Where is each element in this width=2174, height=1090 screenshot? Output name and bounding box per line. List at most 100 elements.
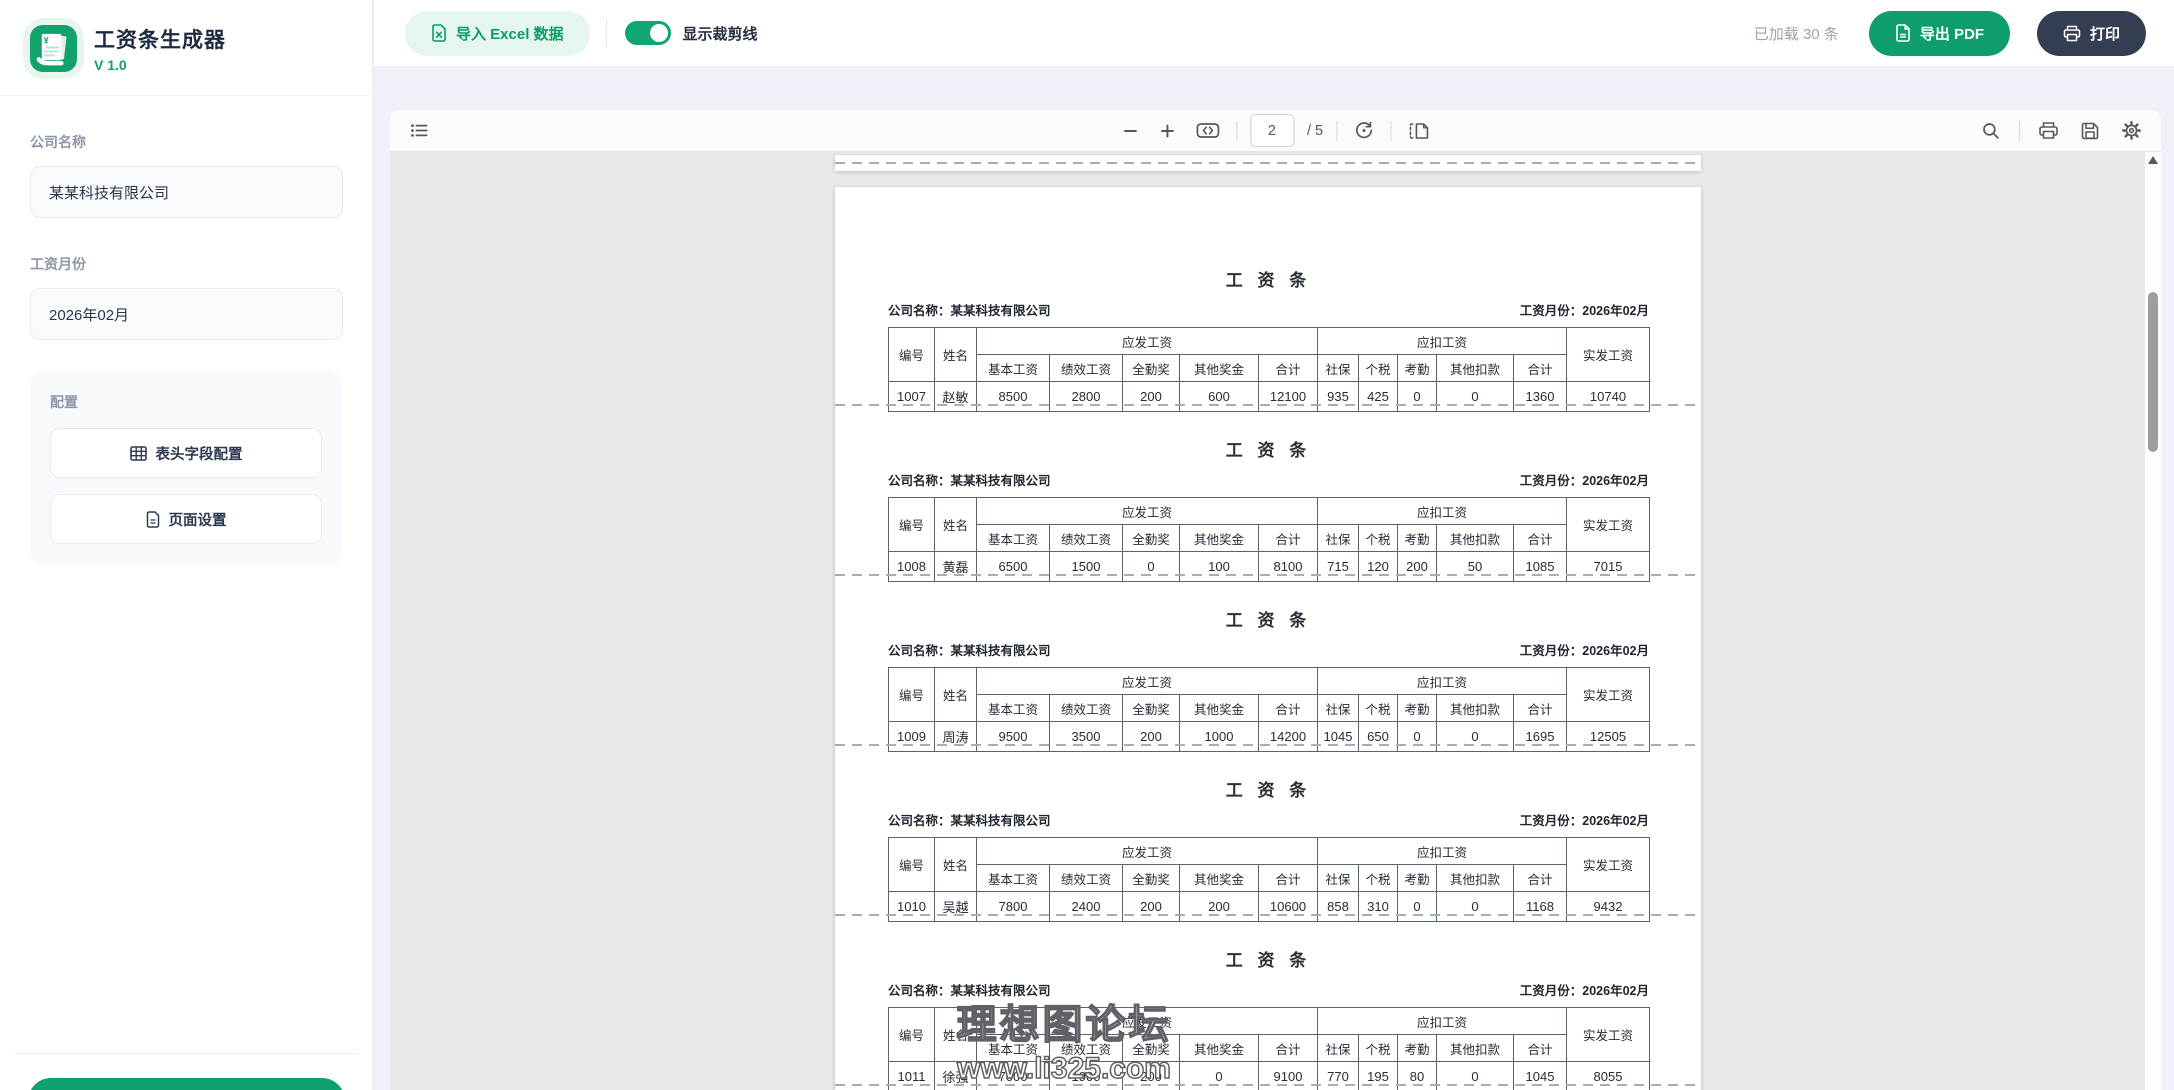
slip-month: 工资月份：2026年02月 [1520, 300, 1649, 319]
slip-month: 工资月份：2026年02月 [1520, 640, 1649, 659]
sidebar-toggle-button[interactable] [406, 117, 433, 144]
loaded-status: 已加载 30 条 [1754, 23, 1839, 44]
slip-company: 公司名称：某某科技有限公司 [888, 980, 1051, 999]
col-net: 实发工资 [1567, 328, 1650, 382]
zoom-in-button[interactable] [1155, 119, 1179, 143]
pdf-toolbar-center: / 5 [1118, 114, 1433, 147]
rotate-icon [1353, 120, 1374, 141]
topbar-right: 已加载 30 条 导出 PDF 打印 [1754, 11, 2174, 56]
import-excel-label: 导入 Excel 数据 [456, 23, 564, 44]
scroll-up-arrow-icon[interactable] [2148, 156, 2158, 164]
pdf-canvas: 工 资 条 公司名称：某某科技有限公司 工资月份：2026年02月 编号 姓名 … [390, 152, 2161, 1090]
toolbar-divider [1236, 121, 1237, 141]
table-subheader-row: 基本工资 绩效工资 全勤奖 其他奖金 合计 社保 个税 考勤 其他扣款 合计 [889, 695, 1650, 722]
salary-table: 编号 姓名 应发工资 应扣工资 实发工资 基本工资 绩效工资 全勤奖 其他奖金 … [888, 837, 1650, 922]
generate-button[interactable] [28, 1078, 345, 1090]
search-button[interactable] [1978, 118, 2004, 144]
page-number-input[interactable] [1250, 114, 1294, 147]
save-button[interactable] [2077, 118, 2103, 144]
page-icon [146, 511, 160, 528]
col-id: 编号 [889, 328, 935, 382]
app-logo-icon: ¥ [30, 25, 77, 72]
topbar-divider [606, 19, 607, 47]
slip-month: 工资月份：2026年02月 [1520, 810, 1649, 829]
table-subheader-row: 基本工资 绩效工资 全勤奖 其他奖金 合计 社保 个税 考勤 其他扣款 合计 [889, 1035, 1650, 1062]
col-id: 编号 [889, 498, 935, 552]
salary-table: 编号 姓名 应发工资 应扣工资 实发工资 基本工资 绩效工资 全勤奖 其他奖金 … [888, 497, 1650, 582]
sidebar-bottom-divider [12, 1053, 359, 1054]
zoom-out-button[interactable] [1118, 119, 1142, 143]
thumbnails-list-icon [409, 120, 430, 141]
header-fields-config-label: 表头字段配置 [156, 443, 243, 464]
page-total: / 5 [1307, 123, 1323, 139]
salary-table: 编号 姓名 应发工资 应扣工资 实发工资 基本工资 绩效工资 全勤奖 其他奖金 … [888, 1007, 1650, 1090]
viewer-print-button[interactable] [2035, 118, 2062, 143]
printer-icon [2063, 25, 2081, 42]
app-title: 工资条生成器 [94, 24, 226, 54]
salary-slip: 工 资 条 公司名称：某某科技有限公司 工资月份：2026年02月 编号 姓名 … [835, 746, 1701, 916]
slip-meta: 公司名称：某某科技有限公司 工资月份：2026年02月 [888, 640, 1649, 659]
slip-meta: 公司名称：某某科技有限公司 工资月份：2026年02月 [888, 980, 1649, 999]
col-net: 实发工资 [1567, 838, 1650, 892]
brand: ¥ 工资条生成器 V 1.0 [0, 0, 372, 95]
table-header-row: 编号 姓名 应发工资 应扣工资 实发工资 [889, 1008, 1650, 1035]
col-name: 姓名 [935, 328, 977, 382]
pdf-page: 工 资 条 公司名称：某某科技有限公司 工资月份：2026年02月 编号 姓名 … [835, 187, 1701, 1090]
scrollbar-thumb[interactable] [2148, 292, 2158, 452]
salary-month-input[interactable] [30, 288, 343, 340]
pdf-file-icon [1895, 24, 1911, 42]
salary-slip: 工 资 条 公司名称：某某科技有限公司 工资月份：2026年02月 编号 姓名 … [835, 576, 1701, 746]
page-view-button[interactable] [1404, 118, 1433, 144]
page-settings-label: 页面设置 [169, 509, 227, 530]
salary-table: 编号 姓名 应发工资 应扣工资 实发工资 基本工资 绩效工资 全勤奖 其他奖金 … [888, 667, 1650, 752]
printer-icon [2038, 121, 2059, 140]
sidebar-divider [0, 95, 372, 96]
settings-button[interactable] [2118, 117, 2145, 144]
config-card: 配置 表头字段配置 页面设置 [30, 370, 342, 566]
slip-company: 公司名称：某某科技有限公司 [888, 810, 1051, 829]
rotate-button[interactable] [1350, 117, 1377, 144]
company-field: 公司名称 [0, 132, 372, 218]
import-excel-button[interactable]: 导入 Excel 数据 [405, 11, 590, 56]
income-group-header: 应发工资 [977, 838, 1318, 865]
export-pdf-button[interactable]: 导出 PDF [1869, 11, 2010, 56]
income-group-header: 应发工资 [977, 328, 1318, 355]
col-id: 编号 [889, 1008, 935, 1062]
slip-company: 公司名称：某某科技有限公司 [888, 300, 1051, 319]
col-net: 实发工资 [1567, 1008, 1650, 1062]
app-version: V 1.0 [94, 57, 226, 73]
slip-title: 工 资 条 [888, 266, 1649, 291]
slip-month: 工资月份：2026年02月 [1520, 980, 1649, 999]
print-button[interactable]: 打印 [2037, 11, 2146, 56]
company-name-input[interactable] [30, 166, 343, 218]
vertical-scrollbar [2144, 152, 2161, 1090]
deduct-group-header: 应扣工资 [1318, 838, 1567, 865]
slip-company: 公司名称：某某科技有限公司 [888, 470, 1051, 489]
table-header-row: 编号 姓名 应发工资 应扣工资 实发工资 [889, 838, 1650, 865]
pdf-page-previous [835, 155, 1701, 171]
page-spread-icon [1407, 121, 1430, 141]
fit-width-button[interactable] [1192, 118, 1223, 143]
header-fields-config-button[interactable]: 表头字段配置 [50, 428, 322, 478]
col-id: 编号 [889, 668, 935, 722]
deduct-group-header: 应扣工资 [1318, 1008, 1567, 1035]
salary-slip: 工 资 条 公司名称：某某科技有限公司 工资月份：2026年02月 编号 姓名 … [835, 236, 1701, 406]
toolbar-divider [1390, 121, 1391, 141]
page-settings-button[interactable]: 页面设置 [50, 494, 322, 544]
save-icon [2080, 121, 2100, 141]
income-group-header: 应发工资 [977, 668, 1318, 695]
month-field: 工资月份 [0, 254, 372, 340]
svg-text:¥: ¥ [44, 36, 49, 46]
table-header-row: 编号 姓名 应发工资 应扣工资 实发工资 [889, 328, 1650, 355]
table-subheader-row: 基本工资 绩效工资 全勤奖 其他奖金 合计 社保 个税 考勤 其他扣款 合计 [889, 865, 1650, 892]
col-name: 姓名 [935, 668, 977, 722]
crop-lines-toggle[interactable] [625, 21, 671, 45]
table-header-row: 编号 姓名 应发工资 应扣工资 实发工资 [889, 668, 1650, 695]
pdf-toolbar-right [1978, 117, 2145, 144]
table-subheader-row: 基本工资 绩效工资 全勤奖 其他奖金 合计 社保 个税 考勤 其他扣款 合计 [889, 525, 1650, 552]
table-header-row: 编号 姓名 应发工资 应扣工资 实发工资 [889, 498, 1650, 525]
pdf-viewer: / 5 [390, 110, 2161, 1090]
col-name: 姓名 [935, 1008, 977, 1062]
search-icon [1981, 121, 2001, 141]
deduct-group-header: 应扣工资 [1318, 498, 1567, 525]
